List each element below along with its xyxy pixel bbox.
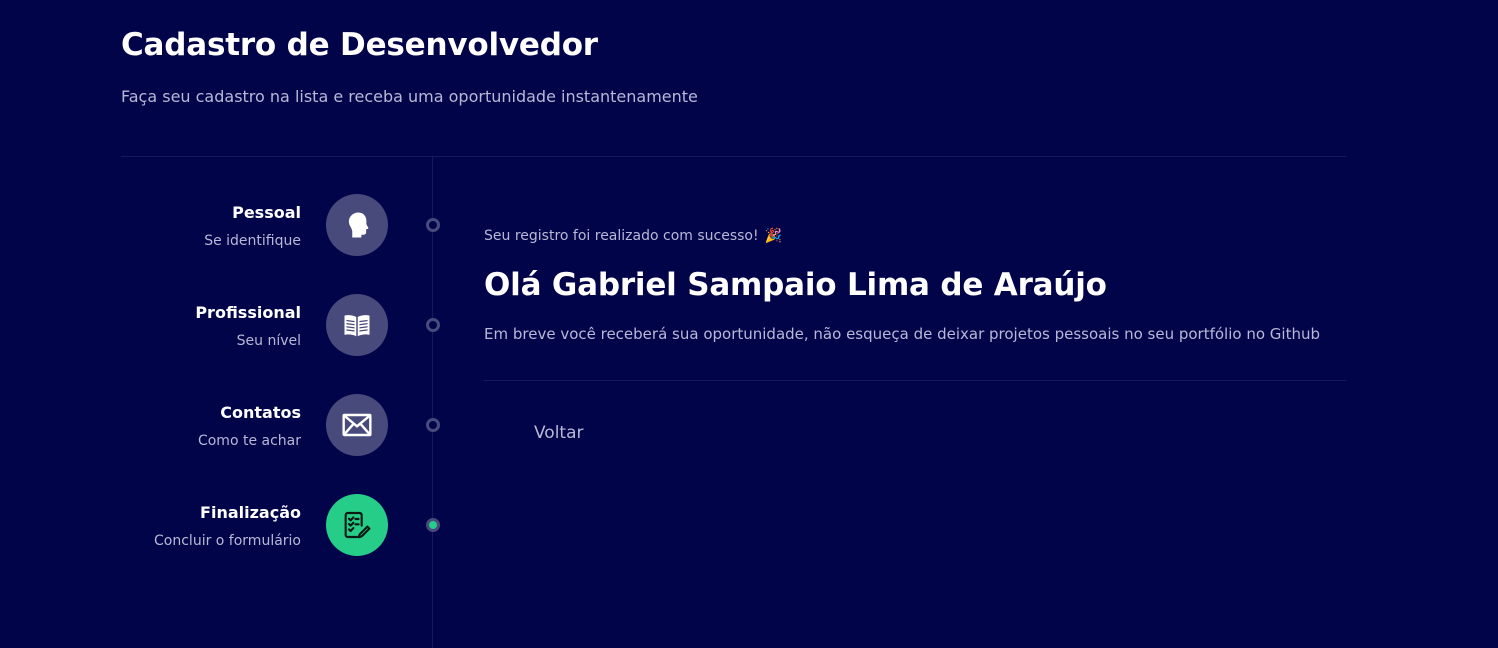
page-subtitle: Faça seu cadastro na lista e receba uma … — [121, 87, 698, 106]
success-panel: Seu registro foi realizado com sucesso! … — [484, 226, 1347, 445]
step-description: Concluir o formulário — [154, 533, 301, 549]
step-title: Finalização — [200, 503, 301, 522]
info-message: Em breve você receberá sua oportunidade,… — [484, 325, 1321, 343]
success-message-text: Seu registro foi realizado com sucesso! — [484, 228, 759, 244]
party-popper-icon: 🎉 — [764, 228, 783, 244]
success-message: Seu registro foi realizado com sucesso! … — [484, 226, 1347, 246]
step-title: Contatos — [220, 403, 301, 422]
page-title: Cadastro de Desenvolvedor — [121, 27, 598, 63]
step-indicator-dot — [426, 218, 440, 232]
person-head-icon — [326, 194, 388, 256]
steps-sidebar: Pessoal Se identifique Profissional Seu … — [121, 194, 441, 594]
header-divider — [121, 156, 1347, 157]
step-text: Contatos Como te achar — [198, 402, 301, 450]
step-text: Pessoal Se identifique — [204, 202, 301, 250]
step-description: Se identifique — [204, 233, 301, 249]
step-title: Profissional — [195, 303, 301, 322]
registration-page: Cadastro de Desenvolvedor Faça seu cadas… — [0, 0, 1498, 648]
step-contatos[interactable]: Contatos Como te achar — [121, 394, 441, 494]
greeting-title: Olá Gabriel Sampaio Lima de Araújo — [484, 267, 1107, 303]
page-header: Cadastro de Desenvolvedor Faça seu cadas… — [121, 24, 698, 108]
step-indicator-dot — [426, 518, 440, 532]
step-indicator-dot — [426, 318, 440, 332]
step-title: Pessoal — [232, 203, 301, 222]
book-icon — [326, 294, 388, 356]
step-description: Seu nível — [236, 333, 301, 349]
checklist-icon — [326, 494, 388, 556]
back-button[interactable]: Voltar — [534, 421, 584, 445]
content-divider — [484, 380, 1347, 381]
step-description: Como te achar — [197, 433, 301, 449]
step-finalizacao[interactable]: Finalização Concluir o formulário — [121, 494, 441, 594]
mail-icon — [326, 394, 388, 456]
step-indicator-dot — [426, 418, 440, 432]
step-text: Profissional Seu nível — [195, 302, 301, 350]
step-pessoal[interactable]: Pessoal Se identifique — [121, 194, 441, 294]
step-text: Finalização Concluir o formulário — [154, 502, 301, 550]
step-profissional[interactable]: Profissional Seu nível — [121, 294, 441, 394]
